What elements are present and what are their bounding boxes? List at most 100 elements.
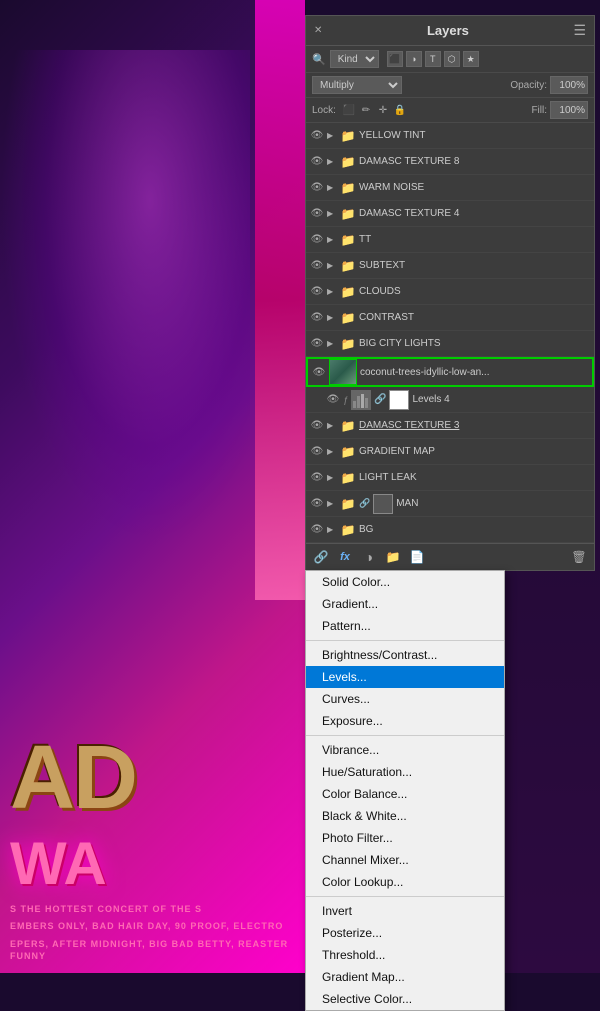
expand-arrow[interactable]: ▶ xyxy=(327,235,337,244)
menu-item-pattern[interactable]: Pattern... xyxy=(306,615,504,637)
menu-item-gradient-map[interactable]: Gradient Map... xyxy=(306,966,504,988)
layer-name: DAMASC TEXTURE 8 xyxy=(359,156,590,167)
blend-mode-select[interactable]: Multiply xyxy=(312,76,402,94)
layer-tt[interactable]: 👁 ▶ 📁 TT xyxy=(306,227,594,253)
menu-item-selective-color[interactable]: Selective Color... xyxy=(306,988,504,1010)
expand-arrow[interactable]: ▶ xyxy=(327,209,337,218)
visibility-icon[interactable]: 👁 xyxy=(310,497,324,511)
smart-filter-icon[interactable]: ★ xyxy=(463,51,479,67)
expand-arrow[interactable]: ▶ xyxy=(327,287,337,296)
link-layers-icon[interactable]: 🔗 xyxy=(312,548,330,566)
visibility-icon[interactable]: 👁 xyxy=(310,311,324,325)
menu-item-color-lookup[interactable]: Color Lookup... xyxy=(306,871,504,893)
layer-bg[interactable]: 👁 ▶ 📁 BG xyxy=(306,517,594,543)
expand-arrow[interactable]: ▶ xyxy=(327,525,337,534)
kind-select[interactable]: Kind xyxy=(330,50,379,68)
menu-item-levels[interactable]: Levels... xyxy=(306,666,504,688)
menu-item-exposure[interactable]: Exposure... xyxy=(306,710,504,732)
lock-position-icon[interactable]: ✏ xyxy=(359,103,373,117)
layer-big-city-lights[interactable]: 👁 ▶ 📁 BIG CITY LIGHTS xyxy=(306,331,594,357)
delete-layer-icon[interactable]: 🗑 xyxy=(570,548,588,566)
layers-list: 👁 ▶ 📁 YELLOW TINT 👁 ▶ 📁 DAMASC TEXTURE 8… xyxy=(306,123,594,543)
visibility-icon[interactable]: 👁 xyxy=(310,181,324,195)
visibility-icon[interactable]: 👁 xyxy=(310,419,324,433)
fill-input[interactable] xyxy=(550,101,588,119)
menu-item-solid-color[interactable]: Solid Color... xyxy=(306,571,504,593)
menu-item-photo-filter[interactable]: Photo Filter... xyxy=(306,827,504,849)
menu-item-curves[interactable]: Curves... xyxy=(306,688,504,710)
expand-arrow[interactable]: ▶ xyxy=(327,313,337,322)
visibility-icon[interactable]: 👁 xyxy=(310,471,324,485)
lock-all-icon[interactable]: 🔒 xyxy=(393,103,407,117)
visibility-icon[interactable]: 👁 xyxy=(310,207,324,221)
layer-warm-noise[interactable]: 👁 ▶ 📁 WARM NOISE xyxy=(306,175,594,201)
visibility-icon[interactable]: 👁 xyxy=(310,155,324,169)
menu-item-posterize[interactable]: Posterize... xyxy=(306,922,504,944)
lock-artboards-icon[interactable]: ✛ xyxy=(376,103,390,117)
expand-arrow[interactable]: ▶ xyxy=(327,157,337,166)
opacity-input[interactable] xyxy=(550,76,588,94)
layer-clouds[interactable]: 👁 ▶ 📁 CLOUDS xyxy=(306,279,594,305)
adjustment-filter-icon[interactable]: ◑ xyxy=(406,51,422,67)
layer-contrast[interactable]: 👁 ▶ 📁 CONTRAST xyxy=(306,305,594,331)
menu-item-invert[interactable]: Invert xyxy=(306,900,504,922)
visibility-icon[interactable]: 👁 xyxy=(310,523,324,537)
visibility-icon[interactable]: 👁 xyxy=(312,365,326,379)
menu-item-color-balance[interactable]: Color Balance... xyxy=(306,783,504,805)
panel-menu-icon[interactable]: ☰ xyxy=(573,22,586,39)
add-adjustment-icon[interactable]: ◑ xyxy=(360,548,378,566)
layer-man[interactable]: 👁 ▶ 📁 🔗 MAN xyxy=(306,491,594,517)
layer-subtext[interactable]: 👁 ▶ 📁 SUBTEXT xyxy=(306,253,594,279)
visibility-icon[interactable]: 👁 xyxy=(310,233,324,247)
panel-close-icon[interactable]: ✕ xyxy=(314,25,322,36)
layer-name: YELLOW TINT xyxy=(359,130,590,141)
layer-levels-4[interactable]: 👁 ƒ 🔗 Levels 4 xyxy=(306,387,594,413)
visibility-icon[interactable]: 👁 xyxy=(310,259,324,273)
lock-label: Lock: xyxy=(312,105,336,116)
new-layer-icon[interactable]: 📄 xyxy=(408,548,426,566)
opacity-label: Opacity: xyxy=(510,80,547,91)
layer-coconut-trees[interactable]: 👁 coconut-trees-idyllic-low-an... xyxy=(306,357,594,387)
layer-damasc-8[interactable]: 👁 ▶ 📁 DAMASC TEXTURE 8 xyxy=(306,149,594,175)
layer-light-leak[interactable]: 👁 ▶ 📁 LIGHT LEAK xyxy=(306,465,594,491)
menu-item-channel-mixer[interactable]: Channel Mixer... xyxy=(306,849,504,871)
visibility-icon[interactable]: 👁 xyxy=(310,285,324,299)
menu-item-gradient[interactable]: Gradient... xyxy=(306,593,504,615)
expand-arrow[interactable]: ▶ xyxy=(327,339,337,348)
layer-name: GRADIENT MAP xyxy=(359,446,590,457)
fx-icon[interactable]: fx xyxy=(336,548,354,566)
visibility-icon[interactable]: 👁 xyxy=(326,393,340,407)
expand-arrow[interactable]: ▶ xyxy=(327,421,337,430)
layer-name: DAMASC TEXTURE 4 xyxy=(359,208,590,219)
expand-arrow[interactable]: ▶ xyxy=(327,447,337,456)
layer-gradient-map[interactable]: 👁 ▶ 📁 GRADIENT MAP xyxy=(306,439,594,465)
layer-name: CLOUDS xyxy=(359,286,590,297)
mask-thumbnail xyxy=(389,390,409,410)
visibility-icon[interactable]: 👁 xyxy=(310,337,324,351)
folder-icon: 📁 xyxy=(340,180,356,196)
menu-item-black-white[interactable]: Black & White... xyxy=(306,805,504,827)
shape-filter-icon[interactable]: ⬡ xyxy=(444,51,460,67)
menu-item-vibrance[interactable]: Vibrance... xyxy=(306,739,504,761)
type-filter-icon[interactable]: T xyxy=(425,51,441,67)
expand-arrow[interactable]: ▶ xyxy=(327,131,337,140)
visibility-icon[interactable]: 👁 xyxy=(310,129,324,143)
new-group-icon[interactable]: 📁 xyxy=(384,548,402,566)
chain-icon: 🔗 xyxy=(374,394,386,405)
visibility-icon[interactable]: 👁 xyxy=(310,445,324,459)
layer-damasc-3[interactable]: 👁 ▶ 📁 DAMASC TEXTURE 3 xyxy=(306,413,594,439)
expand-arrow[interactable]: ▶ xyxy=(327,499,337,508)
pixel-filter-icon[interactable]: ⬛ xyxy=(387,51,403,67)
expand-arrow[interactable]: ▶ xyxy=(327,473,337,482)
menu-item-hue-saturation[interactable]: Hue/Saturation... xyxy=(306,761,504,783)
folder-icon: 📁 xyxy=(340,258,356,274)
layer-damasc-4[interactable]: 👁 ▶ 📁 DAMASC TEXTURE 4 xyxy=(306,201,594,227)
menu-item-brightness-contrast[interactable]: Brightness/Contrast... xyxy=(306,644,504,666)
lock-pixels-icon[interactable]: ⬛ xyxy=(342,103,356,117)
expand-arrow[interactable]: ▶ xyxy=(327,183,337,192)
layer-name: SUBTEXT xyxy=(359,260,590,271)
menu-item-threshold[interactable]: Threshold... xyxy=(306,944,504,966)
layer-name: TT xyxy=(359,234,590,245)
layer-yellow-tint[interactable]: 👁 ▶ 📁 YELLOW TINT xyxy=(306,123,594,149)
expand-arrow[interactable]: ▶ xyxy=(327,261,337,270)
